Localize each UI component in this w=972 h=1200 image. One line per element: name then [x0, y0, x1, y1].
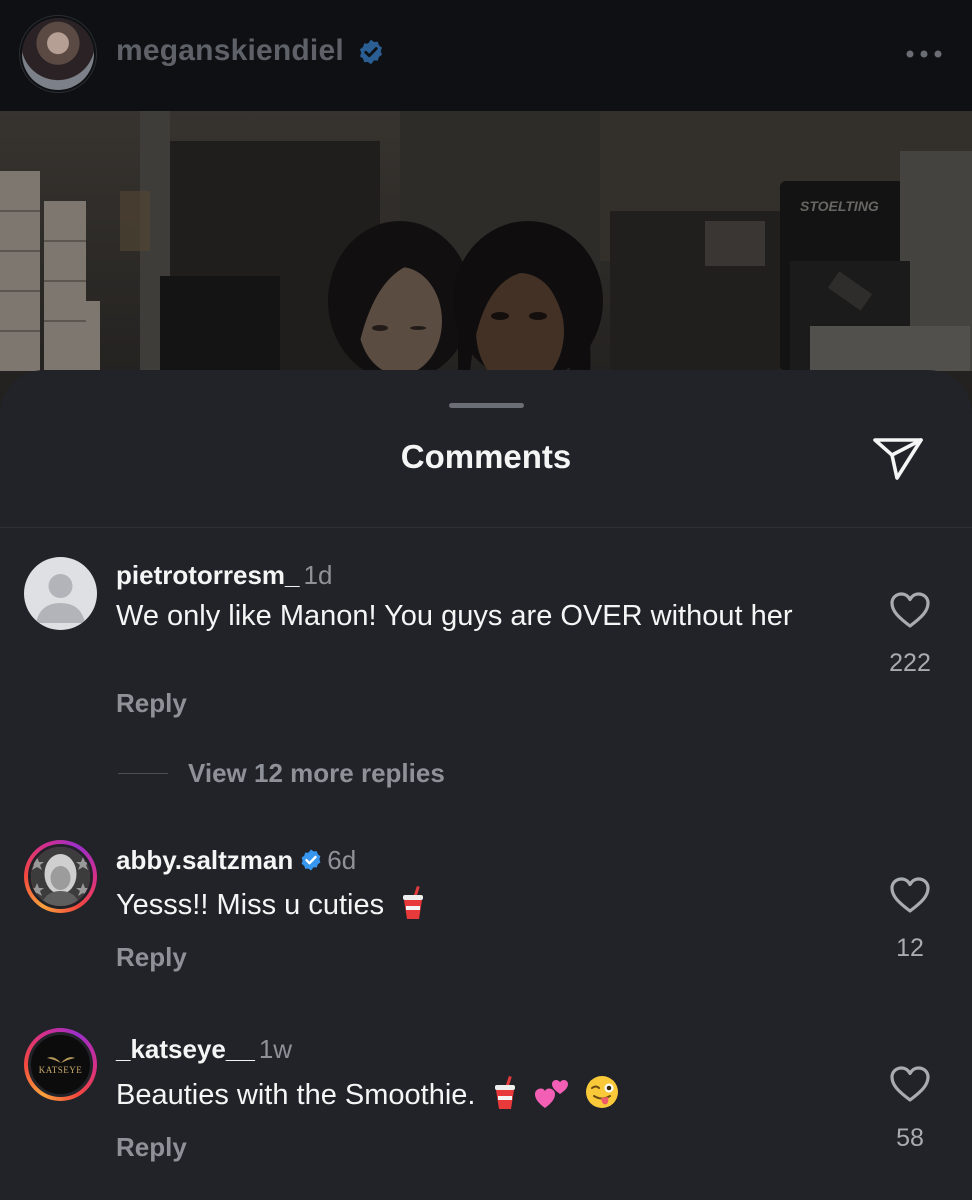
comment-meta: abby.saltzman 6d: [116, 845, 356, 876]
commenter-avatar[interactable]: KATSEYE: [24, 1028, 97, 1101]
comment-time: 6d: [327, 845, 357, 875]
comment-text: Beauties with the Smoothie.: [116, 1079, 476, 1111]
winking-face-with-tongue-icon: [585, 1076, 618, 1108]
verified-badge-icon: [360, 39, 382, 65]
comment-text-row: Yesss!! Miss u cuties: [116, 886, 836, 923]
comment-text: Yesss!! Miss u cuties: [116, 889, 385, 921]
comments-sheet: Comments pietrotorresm_ 1d We only like M…: [0, 370, 972, 1200]
reply-button[interactable]: Reply: [116, 942, 187, 973]
like-count: 222: [889, 649, 931, 677]
comment-time: 1w: [258, 1034, 293, 1064]
avatar-portrait: [31, 847, 90, 906]
like-count: 12: [896, 934, 924, 962]
commenter-avatar[interactable]: [24, 557, 97, 630]
heart-icon[interactable]: [888, 590, 932, 630]
default-avatar-icon: [36, 574, 85, 623]
post-username[interactable]: meganskiendiel: [116, 34, 344, 68]
two-hearts-icon: [534, 1080, 568, 1108]
post-header: meganskiendiel: [0, 0, 972, 111]
post-photo[interactable]: STOELTING: [0, 111, 972, 411]
cup-with-straw-icon: [494, 1076, 515, 1109]
verified-badge-icon: [301, 849, 321, 871]
reply-button[interactable]: Reply: [116, 688, 187, 719]
commenter-avatar[interactable]: [24, 840, 97, 913]
post-author-avatar[interactable]: [22, 18, 94, 90]
heart-icon[interactable]: [888, 875, 932, 915]
comment-username[interactable]: _katseye__: [116, 1034, 255, 1064]
more-options-icon[interactable]: [900, 40, 948, 68]
avatar-logo: KATSEYE: [28, 1032, 93, 1097]
replies-line: [118, 772, 168, 774]
comment-time: 1d: [303, 560, 333, 590]
share-icon[interactable]: [870, 432, 926, 482]
view-replies-label: View 12 more replies: [188, 757, 445, 788]
sheet-title: Comments: [400, 438, 572, 475]
comment-meta: pietrotorresm_ 1d: [116, 560, 332, 591]
avatar-logo-text: KATSEYE: [38, 1064, 83, 1075]
reply-button[interactable]: Reply: [116, 1132, 187, 1163]
comment-text-row: Beauties with the Smoothie.: [116, 1074, 836, 1113]
comment-username[interactable]: pietrotorresm_: [116, 560, 300, 590]
comment-text: We only like Manon! You guys are OVER wi…: [116, 600, 793, 632]
post-photo-scene: STOELTING: [0, 111, 972, 411]
comment-username[interactable]: abby.saltzman: [116, 845, 293, 875]
like-count: 58: [896, 1124, 924, 1152]
avatar-photo: [28, 844, 93, 909]
heart-icon[interactable]: [888, 1064, 932, 1104]
comment-meta: _katseye__ 1w: [116, 1034, 292, 1065]
view-more-replies[interactable]: View 12 more replies: [118, 753, 445, 793]
cup-with-straw-icon: [403, 886, 424, 919]
sheet-drag-handle[interactable]: [449, 403, 524, 408]
sheet-divider: [0, 527, 972, 528]
wings-icon: [46, 1056, 75, 1063]
